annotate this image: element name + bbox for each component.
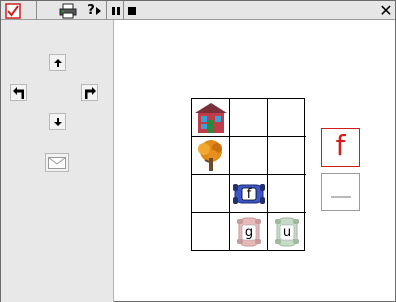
turn-left-button[interactable]: [10, 84, 27, 101]
down-arrow-icon: [53, 117, 62, 126]
toolbar-separator: [123, 1, 124, 20]
collected-letter-box: [321, 173, 360, 211]
close-button[interactable]: ✕: [378, 2, 394, 19]
envelope-icon: [48, 156, 66, 169]
printer-icon: [59, 3, 77, 18]
play-small-icon: [95, 6, 101, 15]
board-cell[interactable]: [268, 99, 306, 137]
up-arrow-icon: [53, 58, 62, 67]
board-cell[interactable]: [192, 213, 230, 251]
car-f-tile[interactable]: f: [231, 176, 267, 212]
send-button[interactable]: [45, 153, 69, 172]
tree-tile: [193, 138, 229, 174]
print-button[interactable]: [58, 2, 78, 19]
toolbar-separator: [36, 1, 37, 20]
close-icon: ✕: [379, 0, 393, 20]
app-window: ? ✕ f g u f: [0, 0, 396, 302]
stop-icon: [128, 6, 136, 15]
target-letter: f: [335, 128, 346, 162]
help-icon: ?: [87, 3, 95, 18]
move-up-button[interactable]: [49, 54, 66, 71]
car-u-tile[interactable]: u: [269, 214, 305, 250]
board-cell[interactable]: [230, 137, 268, 175]
board-cell[interactable]: [268, 175, 306, 213]
check-button[interactable]: [4, 2, 22, 19]
pause-icon: [112, 6, 120, 15]
turn-left-icon: [12, 86, 24, 99]
car-letter: f: [246, 186, 252, 202]
control-panel: [1, 20, 114, 302]
stop-button[interactable]: [125, 2, 139, 19]
turn-right-button[interactable]: [81, 84, 98, 101]
toolbar-separator: [106, 1, 107, 20]
pause-button[interactable]: [109, 2, 123, 19]
car-letter: g: [244, 224, 254, 240]
toolbar: ? ✕: [1, 1, 395, 20]
board-cell[interactable]: [192, 175, 230, 213]
board-cell[interactable]: [268, 137, 306, 175]
blank-placeholder: [330, 196, 351, 198]
move-down-button[interactable]: [49, 113, 66, 130]
house-icon: [195, 103, 227, 133]
turn-right-icon: [84, 86, 96, 99]
board-cell[interactable]: [230, 99, 268, 137]
car-g-tile[interactable]: g: [231, 214, 267, 250]
tree-icon: [198, 140, 222, 171]
target-letter-box: f: [321, 128, 360, 167]
house-tile: [193, 100, 229, 136]
game-board: f g u: [191, 98, 306, 251]
car-letter: u: [282, 224, 292, 240]
help-button[interactable]: ?: [85, 2, 103, 19]
check-icon: [5, 2, 21, 19]
